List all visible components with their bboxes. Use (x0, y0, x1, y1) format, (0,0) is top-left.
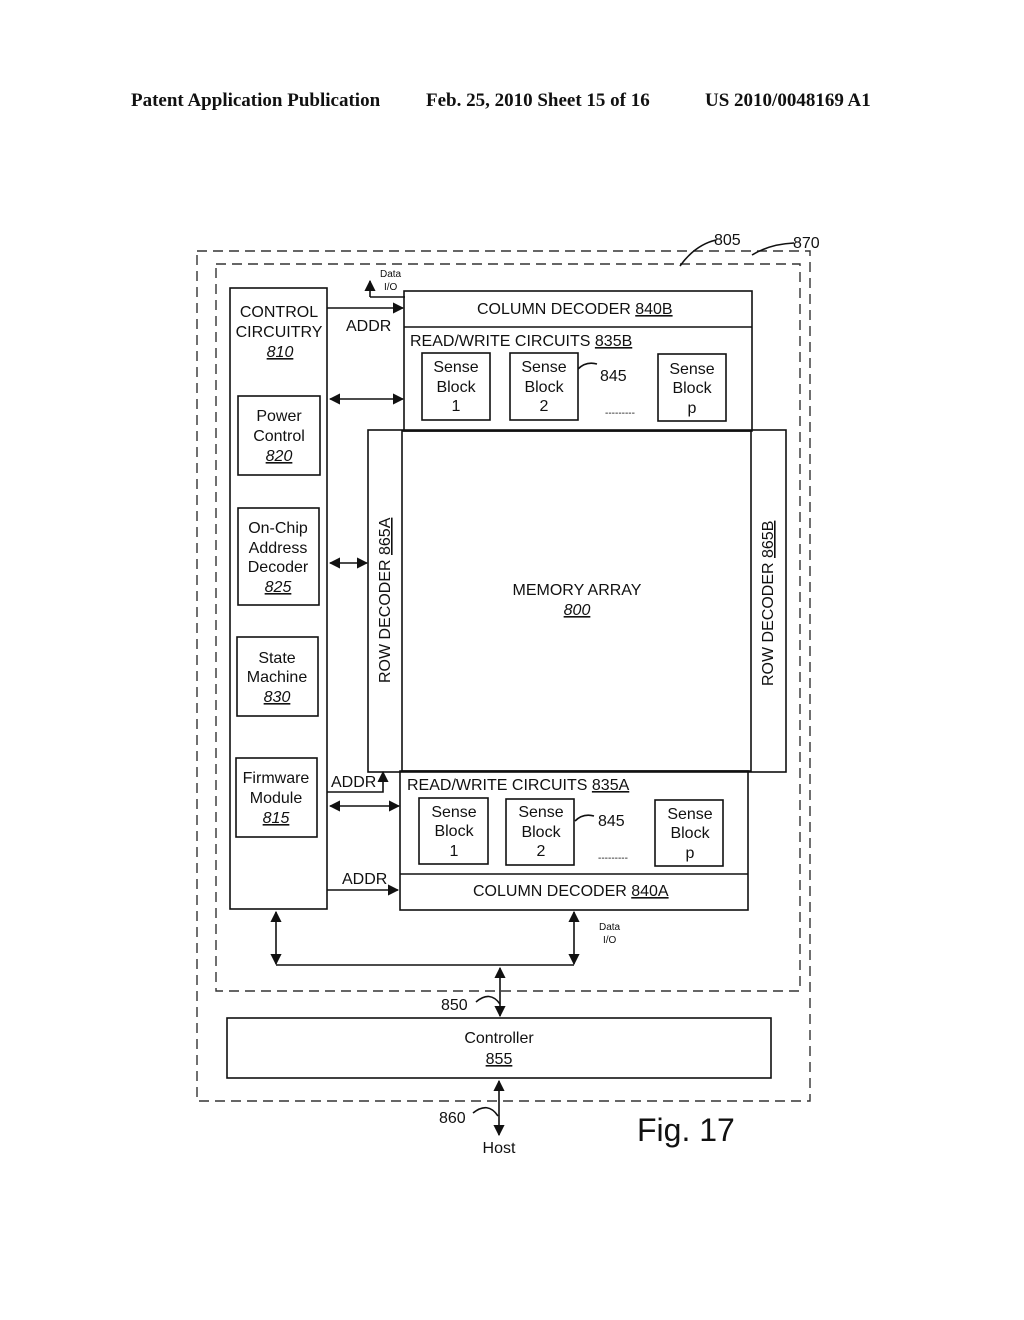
row-decoder-865a: ROW DECODER 865A (377, 517, 394, 683)
svg-text:Block: Block (670, 825, 710, 842)
read-write-835b: READ/WRITE CIRCUITS 835B (410, 333, 632, 350)
memory-array-800 (401, 430, 752, 772)
ref-850: 850 (441, 997, 468, 1014)
ellipsis-bottom: --------- (598, 853, 628, 864)
control-title-2: CIRCUITRY (236, 324, 323, 341)
svg-text:Sense: Sense (431, 804, 476, 821)
column-decoder-840a: COLUMN DECODER 840A (473, 883, 669, 900)
power-l2: Control (253, 428, 305, 445)
block-diagram: 805 870 CONTROL CIRCUITRY 810 Power Cont… (196, 232, 820, 1157)
address-decoder-825: On-Chip Address Decoder 825 (237, 507, 320, 606)
svg-text:Sense: Sense (518, 804, 563, 821)
decoder-l2: Address (249, 540, 308, 557)
power-num: 820 (266, 448, 293, 465)
row-decoder-frame (367, 429, 787, 773)
firmware-num: 815 (263, 810, 290, 827)
state-num: 830 (264, 689, 291, 706)
decoder-l3: Decoder (248, 559, 309, 576)
svg-text:Block: Block (672, 380, 712, 397)
read-write-835a: READ/WRITE CIRCUITS 835A (407, 777, 630, 794)
firmware-l2: Module (250, 790, 303, 807)
memory-array-num: 800 (564, 602, 591, 619)
data-io-bottom-l1: Data (599, 922, 621, 933)
control-num: 810 (267, 344, 294, 361)
firmware-module-815: Firmware Module 815 (235, 757, 318, 838)
state-l2: Machine (247, 669, 308, 686)
sense-block-bottom-1: Sense Block 1 (418, 797, 489, 865)
sense-block-bottom-p: Sense Block p (654, 799, 724, 867)
leader-860 (472, 1106, 499, 1117)
row-decoder-865b: ROW DECODER 865B (760, 521, 777, 686)
svg-text:Block: Block (434, 823, 474, 840)
leader-845-bottom (574, 814, 595, 822)
sense-block-top-p: Sense Block p (657, 353, 727, 422)
state-l1: State (258, 650, 295, 667)
svg-text:Block: Block (521, 824, 561, 841)
svg-text:Sense: Sense (669, 361, 714, 378)
leader-805 (679, 239, 717, 267)
svg-text:1: 1 (450, 843, 459, 860)
sense-block-top-2: Sense Block 2 (509, 352, 579, 421)
controller-855: Controller 855 (226, 1017, 772, 1079)
controller-num: 855 (486, 1051, 513, 1068)
svg-text:p: p (688, 400, 697, 417)
ref-845-top: 845 (600, 368, 627, 385)
leader-870 (751, 242, 795, 256)
power-control-820: Power Control 820 (237, 395, 321, 476)
column-decoder-840b: COLUMN DECODER 840B (477, 301, 673, 318)
svg-text:Block: Block (436, 379, 476, 396)
svg-text:Sense: Sense (433, 359, 478, 376)
firmware-l1: Firmware (243, 770, 310, 787)
memory-array-label: MEMORY ARRAY (513, 582, 642, 599)
addr-bottom-label: ADDR (342, 871, 387, 888)
addr-mid-label: ADDR (331, 774, 376, 791)
state-machine-830: State Machine 830 (236, 636, 319, 717)
svg-text:2: 2 (537, 843, 546, 860)
ref-860: 860 (439, 1110, 466, 1127)
decoder-l1: On-Chip (248, 520, 308, 537)
sense-block-bottom-2: Sense Block 2 (505, 798, 575, 866)
figure-label: Fig. 17 (637, 1112, 735, 1148)
leader-845-top (577, 362, 598, 370)
svg-text:p: p (686, 845, 695, 862)
control-title-1: CONTROL (240, 304, 318, 321)
power-l1: Power (256, 408, 302, 425)
ref-870: 870 (793, 235, 820, 252)
controller-label: Controller (464, 1030, 534, 1047)
decoder-num: 825 (265, 579, 292, 596)
svg-text:1: 1 (452, 398, 461, 415)
data-io-bottom-l2: I/O (603, 935, 617, 946)
ref-805: 805 (714, 232, 741, 249)
svg-text:2: 2 (540, 398, 549, 415)
ref-845-bottom: 845 (598, 813, 625, 830)
ellipsis-top: --------- (605, 408, 635, 419)
svg-text:Block: Block (524, 379, 564, 396)
leader-850 (475, 995, 501, 1005)
svg-text:Sense: Sense (521, 359, 566, 376)
sense-block-top-1: Sense Block 1 (421, 352, 491, 421)
data-io-top-l2: I/O (384, 282, 398, 293)
data-io-top-l1: Data (380, 269, 402, 280)
addr-top-label: ADDR (346, 318, 391, 335)
host-label: Host (483, 1140, 516, 1157)
svg-text:Sense: Sense (667, 806, 712, 823)
